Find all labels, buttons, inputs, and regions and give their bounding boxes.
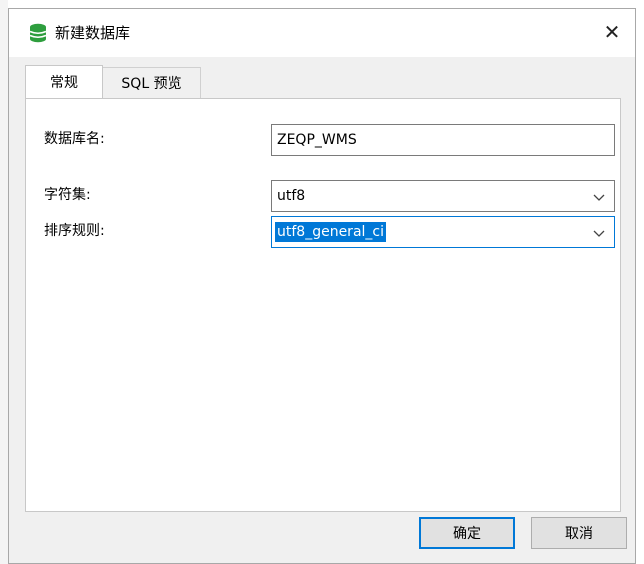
database-icon — [29, 23, 47, 43]
chevron-down-icon — [592, 226, 606, 240]
db-name-label: 数据库名: — [44, 131, 105, 147]
close-button[interactable]: ✕ — [589, 9, 635, 55]
cancel-button[interactable]: 取消 — [531, 517, 627, 549]
ok-button[interactable]: 确定 — [419, 517, 515, 549]
charset-select[interactable]: utf8 — [271, 180, 615, 212]
tab-sql-preview-label: SQL 预览 — [121, 76, 182, 92]
collation-select[interactable]: utf8_general_ci — [271, 216, 615, 248]
tab-bar: 常规 SQL 预览 — [25, 65, 619, 99]
tab-sql-preview[interactable]: SQL 预览 — [103, 67, 201, 98]
tab-general[interactable]: 常规 — [25, 65, 103, 98]
close-icon: ✕ — [603, 20, 621, 44]
charset-value: utf8 — [277, 188, 306, 204]
new-database-dialog: 新建数据库 ✕ 常规 SQL 预览 数据库名: 字符集: utf8 排序规则: … — [8, 8, 636, 564]
general-panel: 数据库名: 字符集: utf8 排序规则: utf8_general_ci — [25, 98, 621, 512]
title-bar: 新建数据库 ✕ — [9, 9, 635, 57]
chevron-down-icon — [592, 190, 606, 204]
collation-value: utf8_general_ci — [275, 222, 386, 242]
background-strip — [0, 0, 8, 564]
dialog-title: 新建数据库 — [55, 24, 131, 42]
collation-label: 排序规则: — [44, 223, 105, 239]
charset-label: 字符集: — [44, 187, 91, 203]
tab-general-label: 常规 — [50, 75, 78, 91]
db-name-input[interactable] — [271, 124, 615, 156]
